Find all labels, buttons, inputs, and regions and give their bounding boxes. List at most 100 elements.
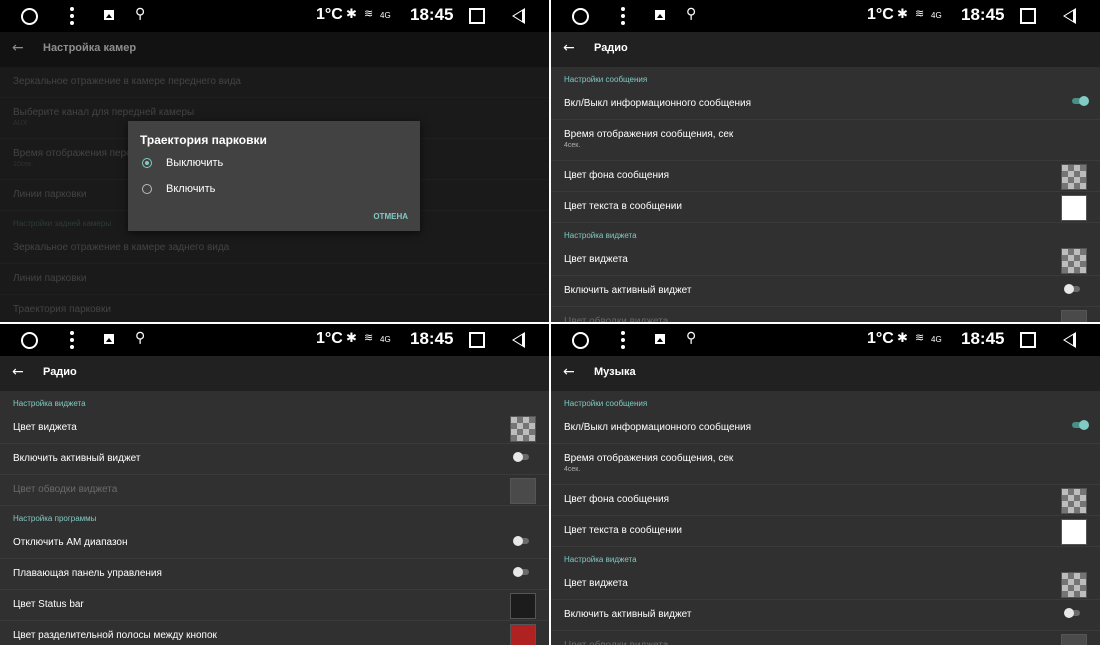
back-arrow-icon[interactable]: ← [563, 364, 575, 380]
wifi-icon: ≋ [915, 331, 925, 344]
bluetooth-icon: ✱ [346, 7, 357, 22]
home-circle-icon[interactable] [21, 8, 38, 25]
color-swatch-border [1061, 310, 1087, 322]
image-icon [655, 334, 665, 344]
clock: 18:45 [961, 329, 1005, 348]
menu-dots-icon[interactable] [70, 331, 74, 349]
list-item[interactable]: Цвет виджета [551, 245, 1100, 276]
list-item[interactable]: Цвет разделительной полосы между кнопок [0, 621, 549, 645]
clock: 18:45 [961, 5, 1005, 24]
radio-unselected-icon[interactable] [142, 184, 152, 195]
list-item[interactable]: Плавающая панель управления [0, 559, 549, 590]
temperature: 1°C [867, 6, 894, 23]
list-item[interactable]: Включить активный виджет [551, 276, 1100, 307]
usb-icon: ⚲ [135, 330, 146, 346]
radio-selected-icon[interactable] [142, 158, 152, 169]
recents-icon[interactable] [469, 332, 485, 348]
color-swatch-red[interactable] [510, 624, 536, 645]
menu-dots-icon[interactable] [621, 7, 625, 25]
image-icon [104, 334, 114, 344]
toggle-switch-off[interactable] [513, 567, 529, 577]
color-swatch-transparent[interactable] [510, 416, 536, 442]
temperature: 1°C [316, 6, 343, 23]
list-item[interactable]: Цвет Status bar [0, 590, 549, 621]
home-circle-icon[interactable] [572, 8, 589, 25]
page-title: Радио [43, 366, 77, 378]
radio-option-on[interactable]: Включить [142, 183, 215, 195]
back-triangle-icon[interactable] [1063, 332, 1076, 348]
recents-icon[interactable] [469, 8, 485, 24]
back-arrow-icon[interactable]: ← [563, 40, 575, 56]
recents-icon[interactable] [1020, 332, 1036, 348]
back-triangle-icon[interactable] [512, 332, 525, 348]
status-bar: ⚲ 1°C ✱ ≋ 4G 18:45 [551, 324, 1100, 356]
list-item: Цвет обводки виджета [551, 631, 1100, 645]
back-triangle-icon[interactable] [512, 8, 525, 24]
menu-dots-icon[interactable] [70, 7, 74, 25]
settings-list: Настройки сообщения Вкл/Выкл информацион… [551, 67, 1100, 322]
network-label: 4G [931, 11, 942, 20]
status-bar: ⚲ 1°C ✱ ≋ 4G 18:45 [551, 0, 1100, 32]
radio-program-settings-screen: ⚲ 1°C ✱ ≋ 4G 18:45 ← Радио Настройка вид… [0, 324, 549, 645]
bluetooth-icon: ✱ [346, 331, 357, 346]
list-item[interactable]: Цвет фона сообщения [551, 161, 1100, 192]
home-circle-icon[interactable] [21, 332, 38, 349]
color-swatch-white[interactable] [1061, 195, 1087, 221]
image-icon [655, 10, 665, 20]
list-item[interactable]: Цвет виджета [551, 569, 1100, 600]
app-bar: ← Радио [0, 356, 549, 391]
toggle-switch-off[interactable] [513, 452, 529, 462]
camera-settings-screen: ⚲ 1°C ✱ ≋ 4G 18:45 ← Настройка камер Зер… [0, 0, 549, 322]
list-item[interactable]: Цвет виджета [0, 413, 549, 444]
section-header: Настройки сообщения [564, 75, 648, 84]
list-item[interactable]: Цвет текста в сообщении [551, 192, 1100, 223]
color-swatch-transparent[interactable] [1061, 572, 1087, 598]
app-bar: ← Радио [551, 32, 1100, 67]
toggle-switch-off[interactable] [1064, 284, 1080, 294]
color-swatch-border [1061, 634, 1087, 645]
wifi-icon: ≋ [364, 7, 374, 20]
cancel-button[interactable]: ОТМЕНА [373, 212, 408, 221]
list-item[interactable]: Включить активный виджет [551, 600, 1100, 631]
list-item[interactable]: Цвет фона сообщения [551, 485, 1100, 516]
section-header: Настройка виджета [13, 399, 86, 408]
list-item: Цвет обводки виджета [0, 475, 549, 506]
list-item[interactable]: Отключить AM диапазон [0, 528, 549, 559]
color-swatch-dark[interactable] [510, 593, 536, 619]
list-item[interactable]: Вкл/Выкл информационного сообщения [551, 413, 1100, 444]
list-item[interactable]: Включить активный виджет [0, 444, 549, 475]
section-header: Настройки сообщения [564, 399, 648, 408]
list-item[interactable]: Вкл/Выкл информационного сообщения [551, 89, 1100, 120]
toggle-switch-off[interactable] [1064, 608, 1080, 618]
usb-icon: ⚲ [686, 330, 697, 346]
color-swatch-transparent[interactable] [1061, 248, 1087, 274]
recents-icon[interactable] [1020, 8, 1036, 24]
wifi-icon: ≋ [364, 331, 374, 344]
color-swatch-white[interactable] [1061, 519, 1087, 545]
toggle-switch-on[interactable] [1072, 420, 1089, 430]
section-header: Настройка программы [13, 514, 97, 523]
list-item[interactable]: Цвет текста в сообщении [551, 516, 1100, 547]
toggle-switch-off[interactable] [513, 536, 529, 546]
list-item[interactable]: Время отображения сообщения, сек 4сек. [551, 120, 1100, 161]
page-title: Радио [594, 42, 628, 54]
page-title: Музыка [594, 366, 636, 378]
menu-dots-icon[interactable] [621, 331, 625, 349]
back-arrow-icon[interactable]: ← [12, 364, 24, 380]
list-item[interactable]: Время отображения сообщения, сек 4сек. [551, 444, 1100, 485]
list-item: Цвет обводки виджета [551, 307, 1100, 322]
color-swatch-transparent[interactable] [1061, 488, 1087, 514]
bluetooth-icon: ✱ [897, 7, 908, 22]
radio-option-off[interactable]: Выключить [142, 157, 223, 169]
color-swatch-transparent[interactable] [1061, 164, 1087, 190]
parking-trajectory-dialog: Траектория парковки Выключить Включить О… [128, 121, 420, 231]
home-circle-icon[interactable] [572, 332, 589, 349]
settings-list: Настройки сообщения Вкл/Выкл информацион… [551, 391, 1100, 645]
temperature: 1°C [867, 330, 894, 347]
back-triangle-icon[interactable] [1063, 8, 1076, 24]
toggle-switch-on[interactable] [1072, 96, 1089, 106]
status-bar: ⚲ 1°C ✱ ≋ 4G 18:45 [0, 324, 549, 356]
usb-icon: ⚲ [135, 6, 146, 22]
settings-list: Настройка виджета Цвет виджета Включить … [0, 391, 549, 645]
network-label: 4G [380, 335, 391, 344]
